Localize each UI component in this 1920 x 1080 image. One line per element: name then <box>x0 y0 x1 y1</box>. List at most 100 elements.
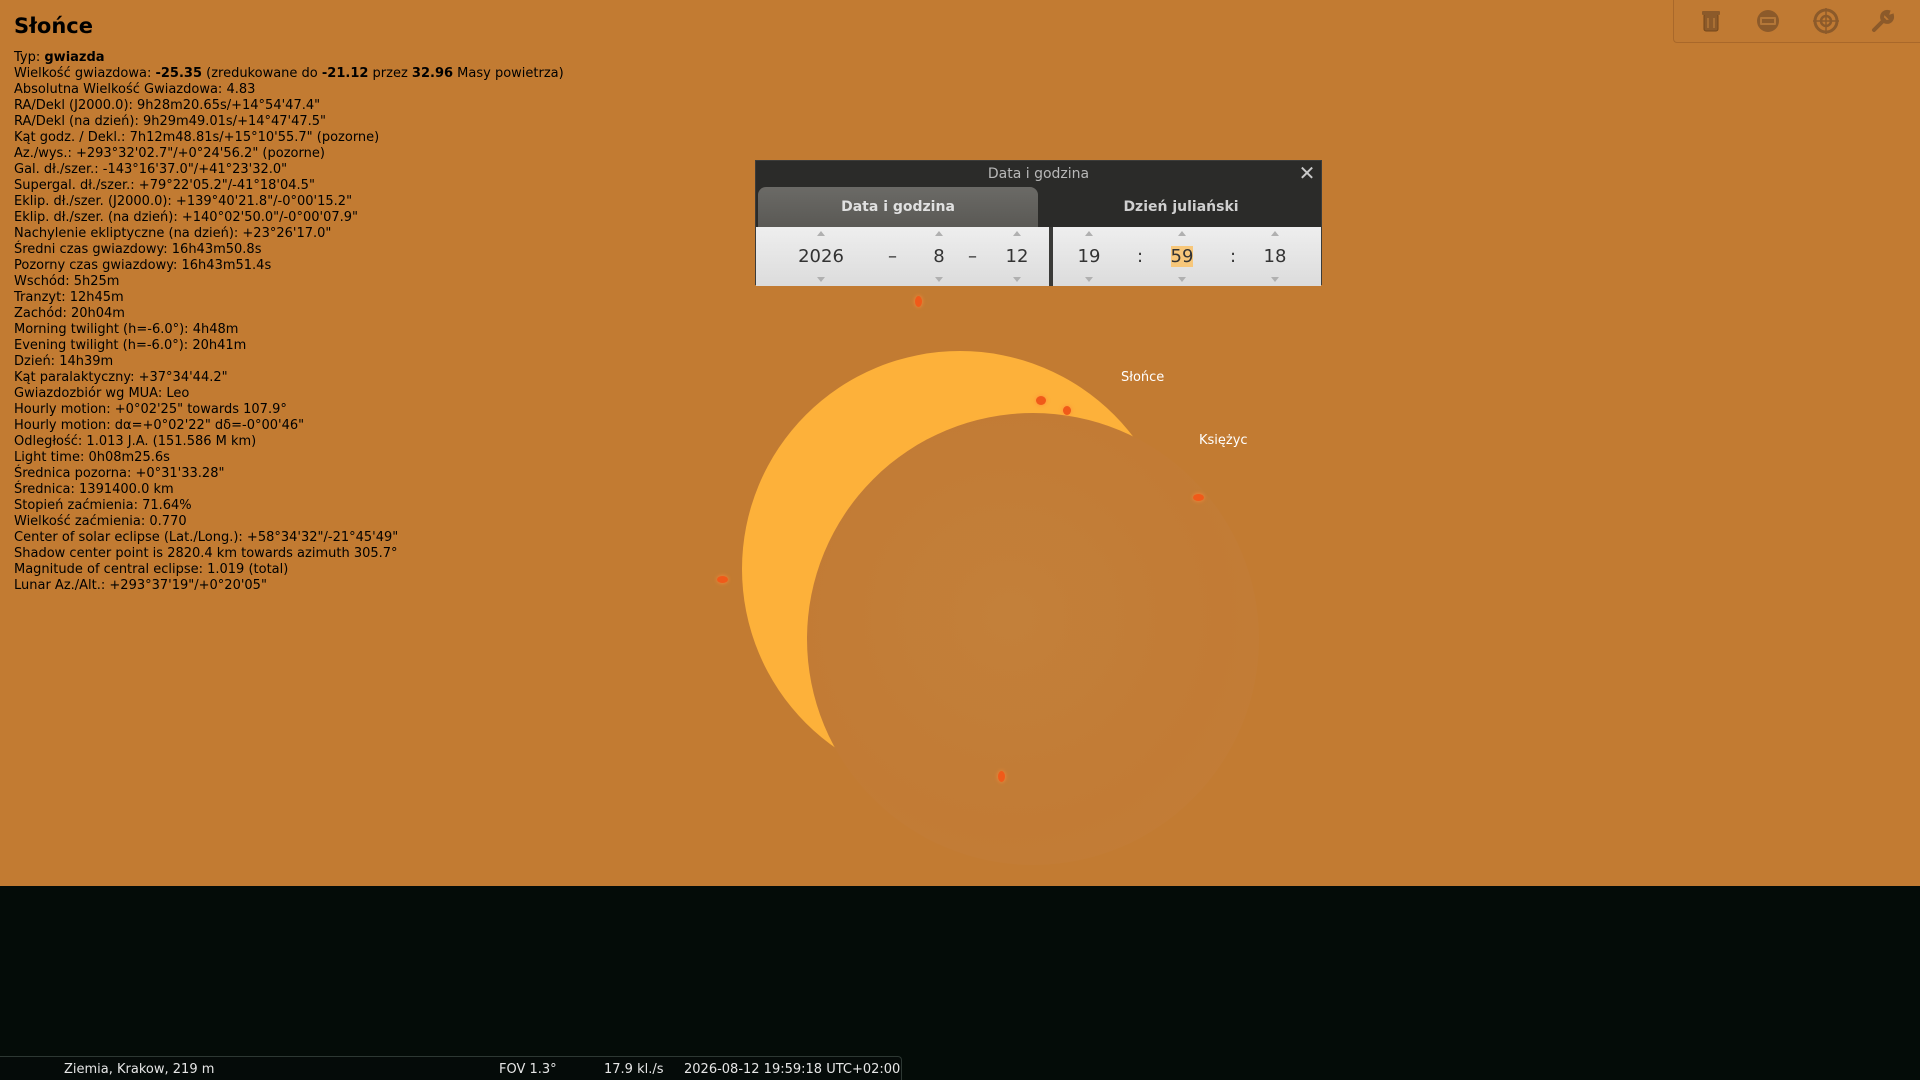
close-icon[interactable]: ✕ <box>1297 163 1317 183</box>
second-up-arrow-icon[interactable] <box>1271 231 1279 236</box>
second-value[interactable]: 18 <box>1255 246 1295 268</box>
tab-date-time[interactable]: Data i godzina <box>758 187 1038 227</box>
time-separator: : <box>1230 246 1237 267</box>
date-separator: – <box>968 246 977 267</box>
info-line: Średni czas gwiazdowy: 16h43m50.8s <box>14 242 262 257</box>
info-line: Gal. dł./szer.: -143°16'37.0"/+41°23'32.… <box>14 162 288 177</box>
info-line: Evening twilight (h=-6.0°): 20h41m <box>14 338 247 353</box>
info-line: Hourly motion: +0°02'25" towards 107.9° <box>14 402 287 417</box>
fov-label: FOV 1.3° <box>499 1062 557 1077</box>
info-line: Gwiazdozbiór wg MUA: Leo <box>14 386 190 401</box>
info-line: Supergal. dł./szer.: +79°22'05.2"/-41°18… <box>14 178 315 193</box>
dialog-title[interactable]: Data i godzina <box>756 161 1321 187</box>
year-down-arrow-icon[interactable] <box>817 277 825 282</box>
year-spinner[interactable]: 2026 <box>786 227 856 286</box>
type-value: gwiazda <box>44 50 105 65</box>
info-line: Magnitude of central eclipse: 1.019 (tot… <box>14 562 289 577</box>
day-value[interactable]: 12 <box>997 246 1037 268</box>
info-line: Hourly motion: dα=+0°02'22" dδ=-0°00'46" <box>14 418 305 433</box>
date-separator: – <box>888 246 897 267</box>
tab-julian-day[interactable]: Dzień juliański <box>1041 187 1321 227</box>
info-line: Dzień: 14h39m <box>14 354 114 369</box>
date-time-dialog: Data i godzina ✕ Data i godzina Dzień ju… <box>755 160 1322 286</box>
second-down-arrow-icon[interactable] <box>1271 277 1279 282</box>
month-down-arrow-icon[interactable] <box>935 277 943 282</box>
info-line: Wschód: 5h25m <box>14 274 120 289</box>
second-spinner[interactable]: 18 <box>1255 227 1295 286</box>
info-line: Odległość: 1.013 J.A. (151.586 M km) <box>14 434 257 449</box>
info-line: Wielkość zaćmienia: 0.770 <box>14 514 187 529</box>
ground-horizon <box>0 886 1920 1080</box>
info-line: Tranzyt: 12h45m <box>14 290 124 305</box>
top-right-toolbar <box>1673 0 1920 43</box>
info-line: Absolutna Wielkość Gwiazdowa: 4.83 <box>14 82 256 97</box>
info-line: Średnica pozorna: +0°31'33.28" <box>14 466 225 481</box>
status-bar: Ziemia, Krakow, 219 m FOV 1.3° 17.9 kl./… <box>0 1056 902 1080</box>
month-value[interactable]: 8 <box>919 246 959 268</box>
info-line: Nachylenie ekliptyczne (na dzień): +23°2… <box>14 226 332 241</box>
hour-value[interactable]: 19 <box>1069 246 1109 268</box>
info-line: Stopień zaćmienia: 71.64% <box>14 498 192 513</box>
minute-up-arrow-icon[interactable] <box>1178 231 1186 236</box>
sun-label: Słońce <box>1121 370 1165 385</box>
planetarium-view[interactable]: Słońce Księżyc Słońce Typ: gwiazda Wielk… <box>0 0 1920 1080</box>
magnitude-value: -25.35 <box>155 66 202 81</box>
minute-value[interactable]: 59 <box>1162 246 1202 268</box>
magnitude-line: Wielkość gwiazdowa: -25.35 (zredukowane … <box>14 66 564 82</box>
time-separator: : <box>1137 246 1144 267</box>
target-icon[interactable] <box>1811 6 1841 36</box>
day-up-arrow-icon[interactable] <box>1013 231 1021 236</box>
trash-icon[interactable] <box>1696 6 1726 36</box>
window-icon[interactable] <box>1753 6 1783 36</box>
solar-prominence <box>1063 406 1071 415</box>
object-info-panel: Słońce Typ: gwiazda Wielkość gwiazdowa: … <box>14 12 564 594</box>
minute-value-text[interactable]: 59 <box>1170 246 1194 267</box>
info-line: Center of solar eclipse (Lat./Long.): +5… <box>14 530 399 545</box>
date-time-fields: 2026 – 8 – 12 19: 59: 18 <box>756 227 1321 286</box>
magnitude-label: Wielkość gwiazdowa: <box>14 66 156 81</box>
datetime-label[interactable]: 2026-08-12 19:59:18 UTC+02:00 <box>684 1062 900 1077</box>
info-line: RA/Dekl (na dzień): 9h29m49.01s/+14°47'4… <box>14 114 327 129</box>
magnitude-reduced: -21.12 <box>321 66 369 81</box>
airmass-value: 32.96 <box>411 66 454 81</box>
solar-prominence <box>717 576 728 583</box>
solar-prominence <box>1193 494 1204 501</box>
year-value[interactable]: 2026 <box>786 246 856 268</box>
day-spinner[interactable]: 12 <box>997 227 1037 286</box>
hour-down-arrow-icon[interactable] <box>1085 277 1093 282</box>
hour-spinner[interactable]: 19 <box>1069 227 1109 286</box>
minute-spinner[interactable]: 59 <box>1162 227 1202 286</box>
info-lines: Absolutna Wielkość Gwiazdowa: 4.83 RA/Dek… <box>14 82 564 594</box>
info-line: Kąt paralaktyczny: +37°34'44.2" <box>14 370 228 385</box>
info-line: Shadow center point is 2820.4 km towards… <box>14 546 398 561</box>
dialog-tabs: Data i godzina Dzień juliański <box>756 187 1321 227</box>
magnitude-text: (zredukowane do <box>201 66 322 81</box>
moon-disk[interactable] <box>807 413 1259 865</box>
object-name: Słońce <box>14 14 93 38</box>
solar-prominence <box>1036 396 1046 405</box>
month-up-arrow-icon[interactable] <box>935 231 943 236</box>
wrench-icon[interactable] <box>1868 6 1898 36</box>
info-line: Pozorny czas gwiazdowy: 16h43m51.4s <box>14 258 272 273</box>
moon-label: Księżyc <box>1199 433 1248 448</box>
info-line: Średnica: 1391400.0 km <box>14 482 174 497</box>
fps-label: 17.9 kl./s <box>604 1062 664 1077</box>
magnitude-text: Masy powietrza) <box>453 66 564 81</box>
info-line: Kąt godz. / Dekl.: 7h12m48.81s/+15°10'55… <box>14 130 380 145</box>
info-line: Az./wys.: +293°32'02.7"/+0°24'56.2" (poz… <box>14 146 325 161</box>
location-label[interactable]: Ziemia, Krakow, 219 m <box>64 1062 214 1077</box>
magnitude-text: przez <box>368 66 412 81</box>
solar-prominence <box>998 771 1005 782</box>
day-down-arrow-icon[interactable] <box>1013 277 1021 282</box>
hour-up-arrow-icon[interactable] <box>1085 231 1093 236</box>
type-label: Typ: <box>14 50 45 65</box>
fields-divider <box>1049 227 1053 286</box>
object-type-line: Typ: gwiazda <box>14 50 564 66</box>
info-line: RA/Dekl (J2000.0): 9h28m20.65s/+14°54'47… <box>14 98 321 113</box>
year-up-arrow-icon[interactable] <box>817 231 825 236</box>
solar-prominence <box>915 296 922 307</box>
info-line: Light time: 0h08m25.6s <box>14 450 170 465</box>
month-spinner[interactable]: 8 <box>919 227 959 286</box>
info-line: Lunar Az./Alt.: +293°37'19"/+0°20'05" <box>14 578 267 593</box>
minute-down-arrow-icon[interactable] <box>1178 277 1186 282</box>
